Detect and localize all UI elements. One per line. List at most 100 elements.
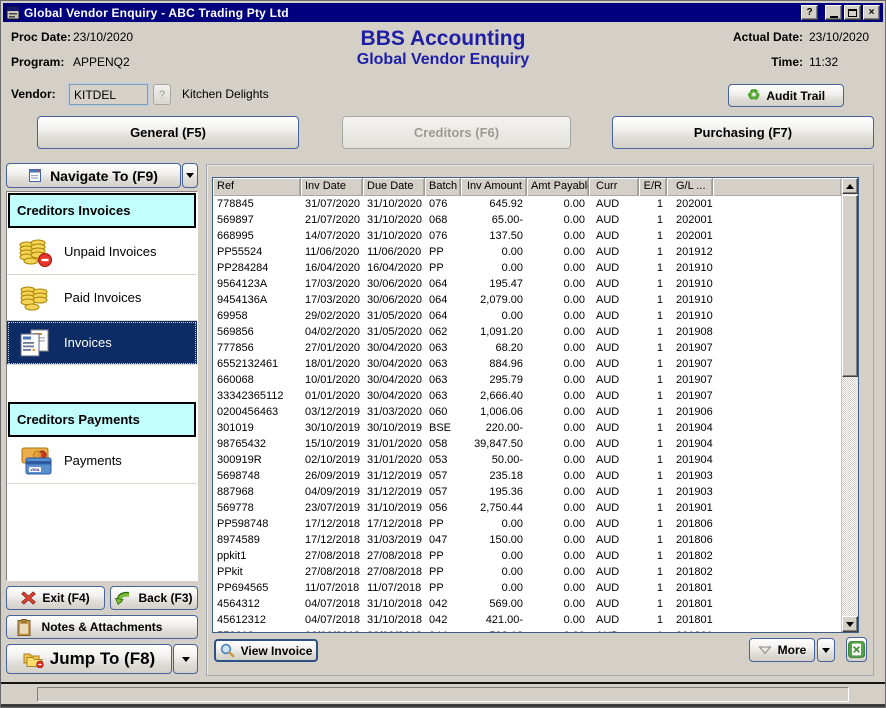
- view-invoice-button[interactable]: View Invoice: [214, 639, 318, 662]
- table-row[interactable]: 66006810/01/202030/04/2020063295.790.00A…: [213, 372, 841, 388]
- cell: 1: [639, 500, 667, 516]
- sidebar-item-paid-invoices[interactable]: Paid Invoices: [7, 275, 197, 321]
- table-row[interactable]: 9876543215/10/201931/01/202005839,847.50…: [213, 436, 841, 452]
- cell: 1: [639, 612, 667, 628]
- table-row[interactable]: PP5552411/06/202011/06/2020PP0.000.00AUD…: [213, 244, 841, 260]
- column-header-e-r[interactable]: E/R: [639, 178, 667, 196]
- cell: 1: [639, 564, 667, 580]
- vendor-code-input[interactable]: [69, 84, 148, 105]
- cell: 063: [425, 356, 461, 372]
- notes-attachments-button[interactable]: Notes & Attachments: [6, 615, 198, 639]
- vertical-scrollbar[interactable]: [841, 178, 858, 632]
- column-header-ref[interactable]: Ref: [213, 178, 301, 196]
- cell: 0.00: [527, 292, 589, 308]
- cell: 31/05/2020: [363, 308, 425, 324]
- table-row[interactable]: 456431204/07/201831/10/2018042569.000.00…: [213, 596, 841, 612]
- table-row[interactable]: 6995829/02/202031/05/20200640.000.00AUD1…: [213, 308, 841, 324]
- table-row[interactable]: ppkit127/08/201827/08/2018PP0.000.00AUD1…: [213, 548, 841, 564]
- cell: 235.18: [461, 468, 527, 484]
- cell: 0.00: [527, 532, 589, 548]
- cell: 042: [425, 612, 461, 628]
- table-row[interactable]: 3334236511201/01/202030/04/20200632,666.…: [213, 388, 841, 404]
- grid-body: 77884531/07/202031/10/2020076645.920.00A…: [213, 196, 841, 632]
- cell: 98765432: [213, 436, 301, 452]
- table-row[interactable]: 300919R02/10/201931/01/202005350.00-0.00…: [213, 452, 841, 468]
- column-header-curr[interactable]: Curr: [589, 178, 639, 196]
- table-row[interactable]: 57361206/06/201830/09/2018044593.120.00A…: [213, 628, 841, 632]
- table-row[interactable]: 897458917/12/201831/03/2019047150.000.00…: [213, 532, 841, 548]
- column-header-inv-date[interactable]: Inv Date: [301, 178, 363, 196]
- exit-button[interactable]: Exit (F4): [6, 586, 105, 610]
- navigate-to-button[interactable]: Navigate To (F9): [6, 163, 181, 188]
- cell: PP: [425, 260, 461, 276]
- table-row[interactable]: 020045646303/12/201931/03/20200601,006.0…: [213, 404, 841, 420]
- back-button[interactable]: Back (F3): [110, 586, 198, 610]
- cell: 27/08/2018: [301, 548, 363, 564]
- export-excel-button[interactable]: [846, 637, 867, 662]
- table-row[interactable]: 66899514/07/202031/10/2020076137.500.00A…: [213, 228, 841, 244]
- more-dropdown[interactable]: [817, 638, 835, 662]
- table-row[interactable]: PP69456511/07/201811/07/2018PP0.000.00AU…: [213, 580, 841, 596]
- column-header-inv-amount[interactable]: Inv Amount: [461, 178, 527, 196]
- cell: 0.00: [527, 628, 589, 632]
- cell: 201910: [667, 276, 713, 292]
- cell: 30/04/2020: [363, 356, 425, 372]
- cell: 0.00: [527, 516, 589, 532]
- tab-purchasing[interactable]: Purchasing (F7): [612, 116, 874, 149]
- table-row[interactable]: PPkit27/08/201827/08/2018PP0.000.00AUD12…: [213, 564, 841, 580]
- jump-to-dropdown[interactable]: [173, 644, 198, 674]
- column-header-due-date[interactable]: Due Date: [363, 178, 425, 196]
- vendor-lookup-button[interactable]: ?: [153, 84, 171, 105]
- table-row[interactable]: 56985604/02/202031/05/20200621,091.200.0…: [213, 324, 841, 340]
- sidebar-item-invoices[interactable]: Invoices: [7, 321, 197, 365]
- table-row[interactable]: PP59874817/12/201817/12/2018PP0.000.00AU…: [213, 516, 841, 532]
- title-bar: Global Vendor Enquiry - ABC Trading Pty …: [3, 3, 883, 22]
- time-row: Time: 11:32: [771, 55, 877, 69]
- cell: 195.36: [461, 484, 527, 500]
- cell: 201801: [667, 612, 713, 628]
- cell: 201907: [667, 356, 713, 372]
- unpaid-invoices-icon: [16, 234, 54, 270]
- help-button[interactable]: ?: [801, 5, 818, 20]
- cell: 887968: [213, 484, 301, 500]
- cell: 14/07/2020: [301, 228, 363, 244]
- cell: 1,006.06: [461, 404, 527, 420]
- cell: 0.00: [461, 260, 527, 276]
- table-row[interactable]: 4561231204/07/201831/10/2018042421.00-0.…: [213, 612, 841, 628]
- scroll-up-button[interactable]: [842, 178, 858, 194]
- exit-label: Exit (F4): [42, 591, 89, 605]
- minimize-button[interactable]: [825, 5, 842, 20]
- audit-trail-button[interactable]: ♻ Audit Trail: [728, 84, 844, 107]
- table-row[interactable]: PP28428416/04/202016/04/2020PP0.000.00AU…: [213, 260, 841, 276]
- table-row[interactable]: 655213246118/01/202030/04/2020063884.960…: [213, 356, 841, 372]
- table-row[interactable]: 56989721/07/202031/10/202006865.00-0.00A…: [213, 212, 841, 228]
- jump-to-button[interactable]: Jump To (F8): [6, 644, 172, 674]
- scrollbar-thumb[interactable]: [842, 195, 858, 377]
- more-button[interactable]: More: [749, 638, 815, 662]
- cell: 1: [639, 532, 667, 548]
- table-row[interactable]: 77884531/07/202031/10/2020076645.920.00A…: [213, 196, 841, 212]
- table-row[interactable]: 9564123A17/03/202030/06/2020064195.470.0…: [213, 276, 841, 292]
- cell: 201903: [667, 468, 713, 484]
- cell: AUD: [589, 324, 639, 340]
- column-header-batch[interactable]: Batch: [425, 178, 461, 196]
- cell: 593.12: [461, 628, 527, 632]
- navigate-to-dropdown[interactable]: [182, 163, 198, 188]
- table-row[interactable]: 56977823/07/201931/10/20190562,750.440.0…: [213, 500, 841, 516]
- table-row[interactable]: 9454136A17/03/202030/06/20200642,079.000…: [213, 292, 841, 308]
- table-row[interactable]: 77785627/01/202030/04/202006368.200.00AU…: [213, 340, 841, 356]
- tab-general[interactable]: General (F5): [37, 116, 299, 149]
- table-row[interactable]: 30101930/10/201930/10/2019BSE220.00-0.00…: [213, 420, 841, 436]
- column-header-amt-payable[interactable]: Amt Payable: [527, 178, 589, 196]
- sidebar-item-payments[interactable]: VISAPayments: [7, 438, 197, 484]
- close-button[interactable]: ×: [863, 5, 880, 20]
- table-row[interactable]: 569874826/09/201931/12/2019057235.180.00…: [213, 468, 841, 484]
- invoice-grid: RefInv DateDue DateBatchInv AmountAmt Pa…: [212, 177, 859, 633]
- cell: 201903: [667, 484, 713, 500]
- table-row[interactable]: 88796804/09/201931/12/2019057195.360.00A…: [213, 484, 841, 500]
- sidebar-item-unpaid-invoices[interactable]: Unpaid Invoices: [7, 229, 197, 275]
- scroll-down-button[interactable]: [842, 616, 858, 632]
- column-header-g-l[interactable]: G/L ...: [667, 178, 713, 196]
- maximize-button[interactable]: [844, 5, 861, 20]
- cell: 26/09/2019: [301, 468, 363, 484]
